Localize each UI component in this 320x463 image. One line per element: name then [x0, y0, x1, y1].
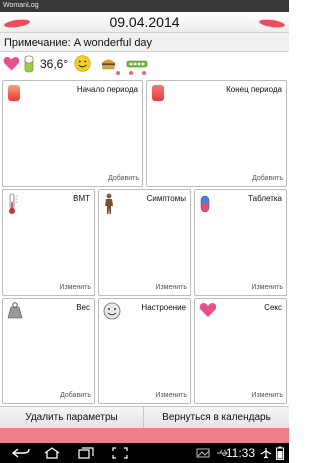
screenshot-icon[interactable] [112, 447, 128, 459]
smiley-icon [74, 55, 91, 72]
tile-edit-button[interactable]: Изменить [251, 391, 283, 400]
pill-pack-icon [24, 55, 34, 73]
note-text: Примечание: A wonderful day [4, 37, 153, 49]
delete-params-button[interactable]: Удалить параметры [0, 407, 144, 428]
tile-label: Настроение [141, 303, 186, 312]
tile-label: Секс [264, 303, 282, 312]
date-header: 09.04.2014 [0, 12, 289, 32]
tile-symptoms[interactable]: Симптомы Изменить [98, 189, 191, 296]
tile-label: BMT [73, 194, 90, 203]
app-title: WomanLog [3, 2, 39, 9]
airplane-mode-icon [260, 448, 272, 459]
back-icon[interactable] [12, 448, 30, 458]
tile-label: Конец периода [226, 85, 282, 94]
app-title-bar: WomanLog [0, 0, 289, 12]
tile-pill[interactable]: Таблетка Изменить [194, 189, 287, 296]
pill-capsule-icon [200, 195, 210, 213]
tile-period-start[interactable]: Начало периода Добавить [2, 80, 143, 187]
burger-icon [102, 59, 115, 70]
thermometer-icon [9, 193, 18, 214]
tile-sex[interactable]: Секс Изменить [194, 298, 287, 404]
tile-bmt[interactable]: BMT Изменить [2, 189, 95, 296]
battery-icon [276, 446, 284, 460]
recent-apps-icon[interactable] [78, 447, 94, 459]
tile-edit-button[interactable]: Изменить [59, 283, 91, 292]
note-bar[interactable]: Примечание: A wonderful day [0, 32, 289, 52]
temperature-value: 36,6° [40, 57, 69, 71]
home-icon[interactable] [44, 447, 60, 459]
back-to-calendar-button[interactable]: Вернуться в календарь [144, 407, 289, 428]
pager-dot [116, 71, 120, 75]
accent-bar [0, 428, 289, 443]
pager-dot [142, 71, 146, 75]
current-date: 09.04.2014 [109, 14, 180, 30]
tile-period-end[interactable]: Конец периода Добавить [146, 80, 287, 187]
tile-label: Начало периода [76, 85, 138, 94]
tile-label: Таблетка [248, 194, 282, 203]
tile-add-button[interactable]: Добавить [252, 174, 283, 183]
tile-label: Вес [76, 303, 90, 312]
weight-scale-icon [7, 302, 23, 319]
period-start-drop-icon [8, 85, 20, 101]
tile-add-button[interactable]: Добавить [108, 174, 139, 183]
body-figure-icon [105, 193, 113, 214]
tile-edit-button[interactable]: Изменить [155, 283, 187, 292]
tile-label: Симптомы [146, 194, 186, 203]
smiley-icon [103, 302, 121, 320]
tile-edit-button[interactable]: Изменить [251, 283, 283, 292]
heart-icon [3, 57, 20, 71]
period-end-drop-icon [152, 85, 164, 101]
tile-mood[interactable]: Настроение Изменить [98, 298, 191, 404]
heart-icon [199, 303, 217, 317]
status-clock: 11:33 [225, 446, 255, 460]
tile-weight[interactable]: Вес Добавить [2, 298, 95, 404]
pill-strip-icon [126, 60, 148, 68]
system-nav-bar: 11:33 [0, 443, 289, 463]
gallery-icon [196, 448, 210, 458]
pager-dot [129, 71, 133, 75]
tile-edit-button[interactable]: Изменить [155, 391, 187, 400]
tile-add-button[interactable]: Добавить [60, 391, 91, 400]
bottom-action-bar: Удалить параметры Вернуться в календарь [0, 406, 289, 428]
